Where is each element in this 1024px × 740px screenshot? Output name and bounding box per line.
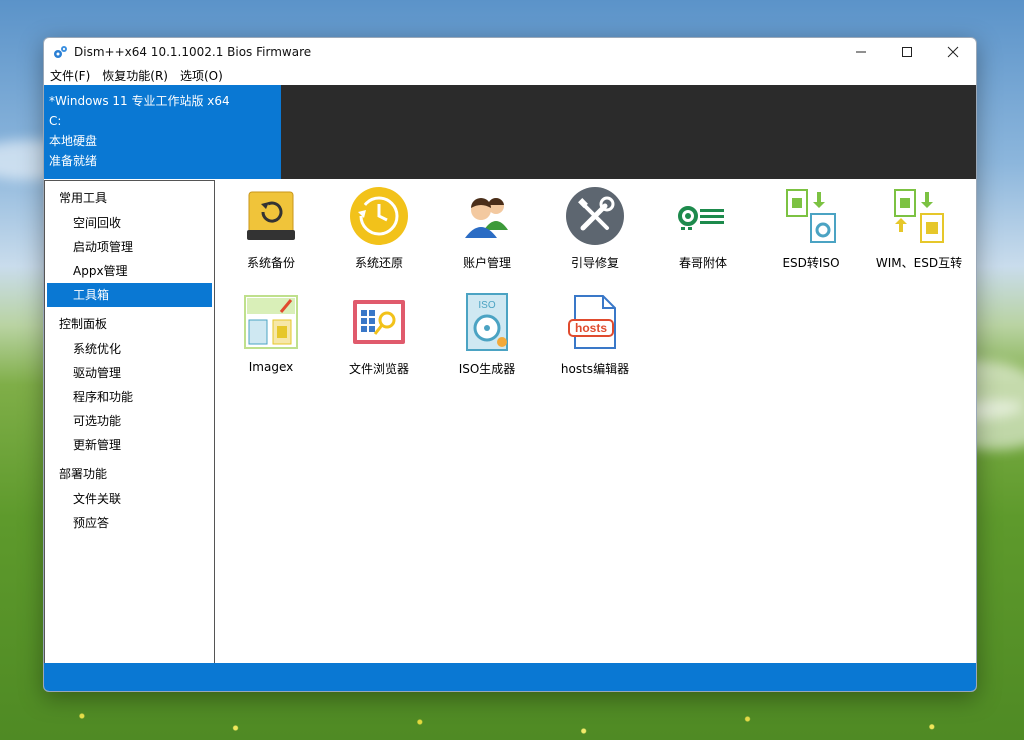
session-card[interactable]: *Windows 11 专业工作站版 x64 C: 本地硬盘 准备就绪: [44, 85, 281, 179]
session-info-panel: *Windows 11 专业工作站版 x64 C: 本地硬盘 准备就绪: [44, 85, 976, 179]
settings-toggle-icon: [678, 206, 724, 230]
menu-bar: 文件(F) 恢复功能(R) 选项(O): [44, 65, 976, 85]
title-bar: Dism++x64 10.1.1002.1 Bios Firmware: [44, 38, 976, 65]
sidebar-item-optimize[interactable]: 系统优化: [47, 337, 212, 361]
sidebar-group-deploy: 部署功能: [59, 467, 108, 481]
file-browser-icon: [353, 300, 405, 344]
tool-system-restore[interactable]: 系统还原: [325, 180, 433, 280]
backup-drive-icon: [247, 191, 295, 240]
window-title: Dism++x64 10.1.1002.1 Bios Firmware: [74, 44, 312, 59]
os-name: *Windows 11 专业工作站版 x64: [49, 94, 230, 108]
disk-type: 本地硬盘: [49, 134, 98, 148]
sidebar-item-file-assoc[interactable]: 文件关联: [47, 487, 212, 511]
sidebar-item-programs[interactable]: 程序和功能: [47, 385, 212, 409]
status-bar: [44, 663, 976, 691]
sidebar: 常用工具 空间回收 启动项管理 Appx管理 工具箱 控制面板 系统优化 驱动管…: [44, 180, 215, 665]
sidebar-group-common-tools: 常用工具: [59, 191, 108, 205]
users-icon: [465, 197, 508, 238]
tool-label: 账户管理: [462, 256, 511, 270]
tool-label: 引导修复: [570, 256, 619, 270]
svg-text:hosts: hosts: [575, 321, 607, 335]
tools-repair-icon: [566, 187, 624, 245]
toolbox-panel: 系统备份 系统还原 账户管理 引导修复 春哥附体 ESD转ISO WIM、ESD…: [215, 180, 976, 665]
wim-esd-convert-icon: [894, 189, 944, 243]
tool-system-backup[interactable]: 系统备份: [217, 180, 325, 280]
sidebar-item-appx[interactable]: Appx管理: [47, 259, 212, 283]
tool-label: 系统备份: [246, 256, 295, 270]
sidebar-item-unattend[interactable]: 预应答: [47, 511, 212, 535]
menu-file[interactable]: 文件(F): [44, 67, 96, 84]
session-status: 准备就绪: [49, 154, 98, 168]
maximize-button[interactable]: [884, 38, 930, 65]
svg-text:ISO: ISO: [478, 300, 495, 311]
tool-label: Imagex: [248, 360, 294, 374]
tool-chunge-fuiti[interactable]: 春哥附体: [649, 180, 757, 280]
tool-file-browser[interactable]: 文件浏览器: [325, 286, 433, 386]
minimize-icon: [856, 51, 866, 52]
tool-label: ISO生成器: [458, 362, 516, 376]
maximize-icon: [902, 46, 912, 57]
close-icon: [947, 46, 959, 57]
restore-clock-icon: [350, 187, 408, 245]
tool-label: 系统还原: [354, 256, 403, 270]
sidebar-item-startup[interactable]: 启动项管理: [47, 235, 212, 259]
sidebar-item-optional-features[interactable]: 可选功能: [47, 409, 212, 433]
sidebar-item-toolbox[interactable]: 工具箱: [47, 283, 212, 307]
tool-wim-esd-convert[interactable]: WIM、ESD互转: [865, 180, 973, 280]
iso-generator-icon: ISO: [466, 293, 508, 351]
tool-boot-repair[interactable]: 引导修复: [541, 180, 649, 280]
gears-app-icon: [54, 45, 67, 58]
tool-hosts-editor[interactable]: hosts hosts编辑器: [541, 286, 649, 386]
sidebar-item-space-cleanup[interactable]: 空间回收: [47, 211, 212, 235]
menu-restore[interactable]: 恢复功能(R): [96, 67, 174, 84]
sidebar-item-drivers[interactable]: 驱动管理: [47, 361, 212, 385]
close-button[interactable]: [930, 38, 976, 65]
sidebar-group-control-panel: 控制面板: [59, 317, 108, 331]
drive-letter: C:: [49, 114, 62, 128]
esd-to-iso-icon: [786, 189, 836, 243]
tool-label: ESD转ISO: [782, 256, 840, 270]
minimize-button[interactable]: [838, 38, 884, 65]
sidebar-item-updates[interactable]: 更新管理: [47, 433, 212, 457]
hosts-editor-icon: hosts: [568, 295, 616, 349]
tool-label: WIM、ESD互转: [875, 256, 963, 270]
imagex-icon: [244, 295, 298, 349]
tool-label: 文件浏览器: [348, 362, 409, 376]
tool-label: 春哥附体: [678, 256, 727, 270]
tool-esd-to-iso[interactable]: ESD转ISO: [757, 180, 865, 280]
tool-label: hosts编辑器: [560, 362, 630, 376]
dism-window: Dism++x64 10.1.1002.1 Bios Firmware 文件(F…: [43, 37, 977, 692]
menu-options[interactable]: 选项(O): [174, 67, 229, 84]
tool-imagex[interactable]: Imagex: [217, 286, 325, 386]
tool-iso-generator[interactable]: ISO ISO生成器: [433, 286, 541, 386]
tool-account-manager[interactable]: 账户管理: [433, 180, 541, 280]
